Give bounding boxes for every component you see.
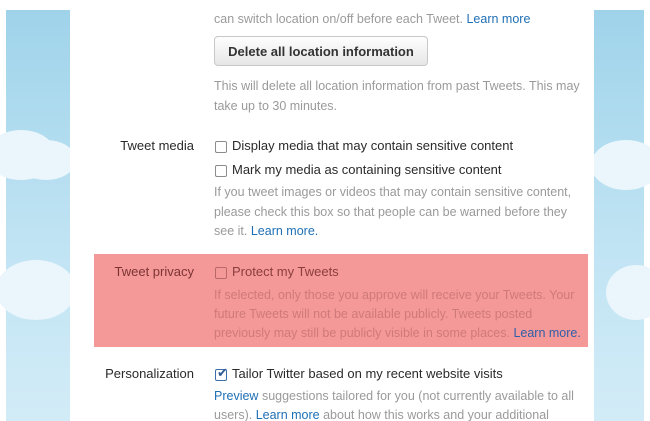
mark-media-sensitive-checkbox[interactable] bbox=[215, 165, 227, 177]
tailor-twitter-checkbox[interactable]: ✔ bbox=[215, 365, 228, 381]
location-learn-more-link[interactable]: Learn more bbox=[466, 12, 530, 26]
cloud-right bbox=[591, 140, 650, 190]
tweet-privacy-highlight: Tweet privacy Protect my Tweets If selec… bbox=[94, 254, 588, 347]
location-help-text: can switch location on/off before each T… bbox=[214, 12, 463, 26]
tweet-privacy-help-line3: previously may still be publicly visible… bbox=[214, 323, 581, 343]
personalization-help-start: users). bbox=[214, 408, 253, 421]
display-sensitive-media-checkbox[interactable] bbox=[215, 141, 227, 153]
cloud-left-3 bbox=[0, 260, 76, 320]
location-help-top: can switch location on/off before each T… bbox=[214, 9, 530, 29]
personalization-help-text: suggestions tailored for you (not curren… bbox=[261, 389, 574, 403]
checkmark-icon: ✔ bbox=[217, 365, 228, 380]
personalization-help-line1: Preview suggestions tailored for you (no… bbox=[214, 386, 574, 406]
mark-media-sensitive-label[interactable]: Mark my media as containing sensitive co… bbox=[232, 162, 502, 177]
tailor-twitter-label[interactable]: Tailor Twitter based on my recent websit… bbox=[232, 366, 503, 381]
tweet-media-help-line3: see it. Learn more. bbox=[214, 221, 318, 241]
personalization-learn-more-link[interactable]: Learn more bbox=[256, 408, 320, 421]
tweet-media-learn-more-link[interactable]: Learn more. bbox=[251, 224, 318, 238]
personalization-help-rest: about how this works and your additional bbox=[323, 408, 549, 421]
preview-link[interactable]: Preview bbox=[214, 389, 258, 403]
personalization-label: Personalization bbox=[105, 366, 194, 381]
tweet-privacy-help-line1: If selected, only those you approve will… bbox=[214, 288, 575, 302]
personalization-help-line2: users). Learn more about how this works … bbox=[214, 405, 549, 421]
tweet-privacy-help-text: previously may still be publicly visible… bbox=[214, 326, 510, 340]
protect-tweets-label[interactable]: Protect my Tweets bbox=[232, 264, 339, 279]
delete-location-button[interactable]: Delete all location information bbox=[214, 36, 428, 66]
tweet-privacy-help-line2: future Tweets will not be available publ… bbox=[214, 307, 533, 321]
tweet-privacy-learn-more-link[interactable]: Learn more. bbox=[513, 326, 580, 340]
display-sensitive-media-label[interactable]: Display media that may contain sensitive… bbox=[232, 138, 513, 153]
delete-location-help-line2: take up to 30 minutes. bbox=[214, 99, 337, 113]
tweet-media-label: Tweet media bbox=[120, 138, 194, 153]
tweet-media-help-line1: If you tweet images or videos that may c… bbox=[214, 185, 572, 199]
tweet-media-help-text: see it. bbox=[214, 224, 248, 238]
tweet-privacy-label: Tweet privacy bbox=[114, 264, 194, 279]
cloud-right-2 bbox=[606, 265, 650, 320]
settings-panel: can switch location on/off before each T… bbox=[70, 0, 594, 421]
delete-location-help-line1: This will delete all location informatio… bbox=[214, 79, 580, 93]
protect-tweets-checkbox[interactable] bbox=[215, 267, 227, 279]
cloud-left-2 bbox=[16, 140, 76, 180]
tweet-media-help-line2: please check this box so that people can… bbox=[214, 205, 568, 219]
